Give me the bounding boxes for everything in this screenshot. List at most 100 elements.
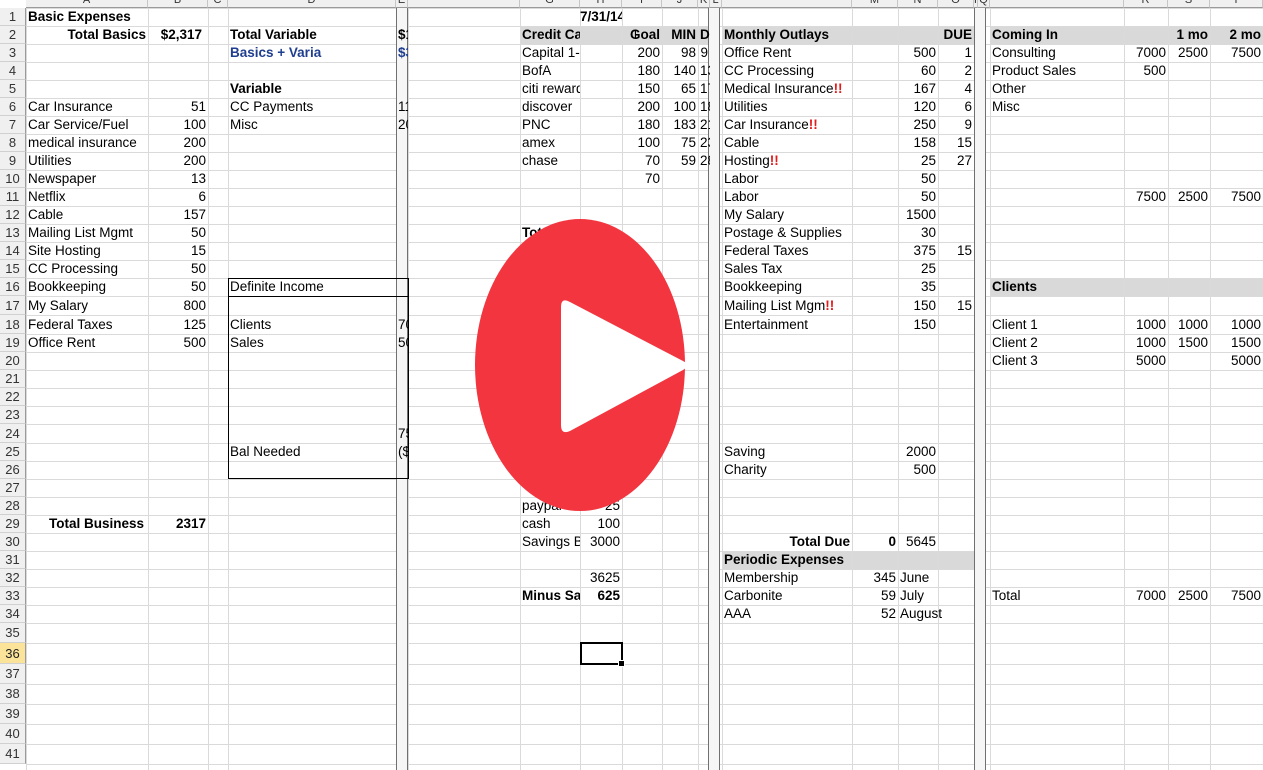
coming-in-sum-now: 7500 (1135, 189, 1166, 204)
row-gridline (26, 206, 1263, 207)
row-header[interactable]: 41 (0, 744, 26, 764)
row-header[interactable]: 31 (0, 551, 26, 569)
column-header[interactable] (408, 0, 520, 8)
income-label: Sales (230, 335, 264, 350)
row-header[interactable]: 8 (0, 134, 26, 152)
outlay-value: 375 (913, 243, 936, 258)
column-header[interactable]: R (1124, 0, 1168, 8)
bal-needed-label: Bal Needed (230, 444, 301, 459)
column-header[interactable]: I (622, 0, 662, 8)
row-header[interactable]: 2 (0, 26, 26, 44)
selected-cell[interactable] (580, 642, 625, 667)
column-header[interactable]: C (208, 0, 228, 8)
row-header[interactable]: 3 (0, 44, 26, 62)
row-header[interactable]: 40 (0, 724, 26, 744)
row-header[interactable]: 32 (0, 569, 26, 587)
on-hand-label: Savings Biz (522, 534, 580, 549)
row-header[interactable]: 19 (0, 334, 26, 352)
column-header[interactable]: E (396, 0, 408, 8)
column-gridline (990, 8, 991, 770)
charity-value: 500 (913, 462, 936, 477)
row-header[interactable]: 25 (0, 443, 26, 461)
outlay-due: 4 (964, 81, 972, 96)
column-header[interactable]: B (148, 0, 208, 8)
outlay-due: 15 (956, 243, 972, 258)
column-header[interactable] (722, 0, 852, 8)
row-header[interactable]: 29 (0, 515, 26, 533)
expense-label: Site Hosting (28, 243, 101, 258)
row-header[interactable]: 14 (0, 242, 26, 260)
row-header[interactable]: 11 (0, 188, 26, 206)
row-header[interactable]: 33 (0, 587, 26, 605)
row-header[interactable]: 30 (0, 533, 26, 551)
variable-item-value: 1150 (398, 99, 408, 114)
column-header[interactable]: H (580, 0, 622, 8)
row-header[interactable]: 10 (0, 170, 26, 188)
column-header[interactable]: A (26, 0, 148, 8)
row-header[interactable]: 24 (0, 424, 26, 443)
expense-label: My Salary (28, 297, 89, 313)
row-header[interactable]: 7 (0, 116, 26, 134)
expense-label: Mailing List Mgmt (28, 225, 134, 240)
row-header[interactable]: 1 (0, 8, 26, 26)
row-header[interactable]: 21 (0, 370, 26, 388)
row-header[interactable]: 38 (0, 684, 26, 704)
column-header[interactable]: S (1168, 0, 1210, 8)
row-header[interactable]: 13 (0, 224, 26, 242)
variable-item-label: Misc (230, 117, 258, 132)
column-header[interactable]: O (938, 0, 974, 8)
column-header[interactable]: D (228, 0, 396, 8)
row-header[interactable]: 26 (0, 461, 26, 479)
column-header[interactable]: L (710, 0, 722, 8)
expense-label: medical insurance (28, 135, 137, 150)
row-header[interactable]: 28 (0, 497, 26, 515)
row-header[interactable]: 5 (0, 80, 26, 98)
row-header[interactable]: 34 (0, 605, 26, 623)
row-header[interactable]: 27 (0, 479, 26, 497)
expense-value: 15 (190, 243, 206, 258)
outlay-due (938, 316, 974, 334)
row-header[interactable]: 17 (0, 296, 26, 315)
row-header[interactable]: 15 (0, 260, 26, 278)
row-header[interactable]: 37 (0, 664, 26, 684)
column-header[interactable]: G (520, 0, 580, 8)
row-header[interactable]: 4 (0, 62, 26, 80)
column-header[interactable]: M (852, 0, 898, 8)
column-header[interactable]: J (662, 0, 698, 8)
row-header[interactable]: 35 (0, 623, 26, 643)
column-header[interactable]: N (898, 0, 938, 8)
expense-value: 100 (183, 117, 206, 132)
client-label: Client 1 (992, 316, 1038, 332)
row-header[interactable]: 22 (0, 388, 26, 406)
row-header[interactable]: 6 (0, 98, 26, 116)
row-header[interactable]: 18 (0, 315, 26, 334)
expense-value: 50 (190, 225, 206, 240)
outlay-value: 158 (913, 135, 936, 150)
expense-value: 125 (183, 316, 206, 332)
card-due: 17 (700, 81, 710, 96)
row-header[interactable]: 36 (0, 643, 26, 664)
card-name: chase (522, 153, 559, 168)
row-header[interactable]: 20 (0, 352, 26, 370)
row-header[interactable]: 12 (0, 206, 26, 224)
card-name: PNC (522, 117, 551, 132)
column-header[interactable] (990, 0, 1124, 8)
outlay-due (938, 224, 974, 242)
basics-variable-value: $3,667 (398, 45, 408, 60)
row-header[interactable]: 9 (0, 152, 26, 170)
card-goal: 200 (637, 45, 660, 60)
row-header[interactable]: 16 (0, 278, 26, 296)
row-header[interactable]: 23 (0, 406, 26, 424)
card-min: 59 (680, 153, 696, 168)
expense-value: 157 (183, 207, 206, 222)
income-source-1mo: 2500 (1177, 45, 1208, 60)
column-header[interactable]: K (698, 0, 710, 8)
variable-heading: Variable (230, 81, 282, 96)
total-due-label: Total Due (789, 534, 851, 549)
row-header[interactable]: 39 (0, 704, 26, 724)
income-source-label: Misc (992, 99, 1020, 114)
column-header[interactable]: T (1210, 0, 1263, 8)
play-icon[interactable] (475, 219, 685, 511)
column-separator[interactable] (974, 0, 986, 770)
column-header[interactable]: Q (978, 0, 990, 8)
